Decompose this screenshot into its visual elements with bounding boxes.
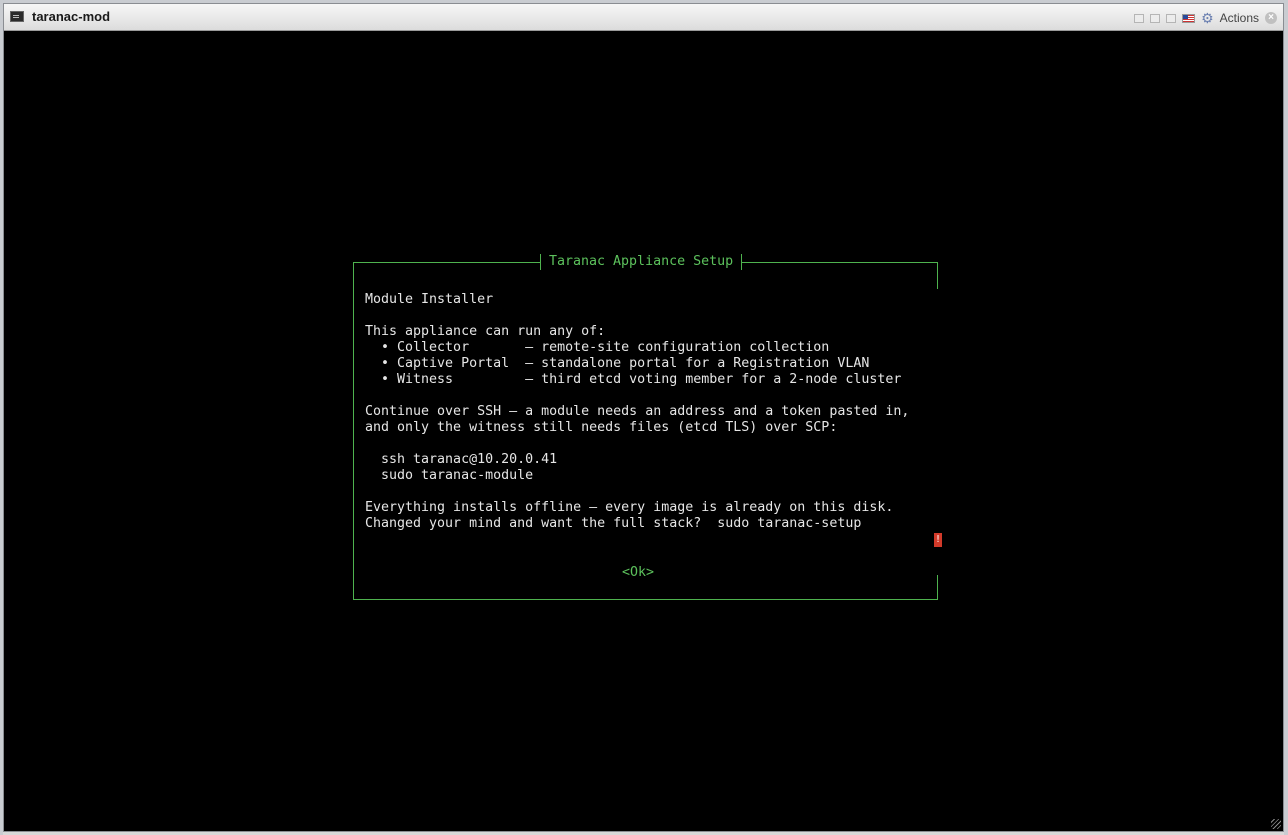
scroll-indicator-icon: ! (934, 533, 942, 547)
titlebar-controls: ⚙ Actions × (1134, 10, 1277, 26)
dialog-title: Taranac Appliance Setup (540, 254, 743, 270)
dialog-body-text: Module Installer This appliance can run … (365, 292, 910, 531)
gear-icon[interactable]: ⚙ (1201, 11, 1214, 25)
window-title: taranac-mod (32, 9, 111, 24)
send-keys-button[interactable] (1134, 13, 1145, 23)
terminal-icon (10, 11, 24, 22)
fullscreen-button[interactable] (1166, 13, 1177, 23)
close-icon[interactable]: × (1265, 12, 1277, 24)
setup-dialog: Taranac Appliance Setup Module Installer… (353, 254, 942, 600)
actions-menu-button[interactable]: Actions (1220, 11, 1259, 25)
resize-grip-icon[interactable] (1271, 819, 1281, 829)
fit-window-button[interactable] (1150, 13, 1161, 23)
flag-icon[interactable] (1182, 13, 1196, 23)
ok-button[interactable]: <Ok> (622, 565, 654, 581)
console-window: taranac-mod ⚙ Actions × Taranac Applianc… (3, 3, 1284, 832)
window-titlebar: taranac-mod ⚙ Actions × (4, 4, 1283, 31)
